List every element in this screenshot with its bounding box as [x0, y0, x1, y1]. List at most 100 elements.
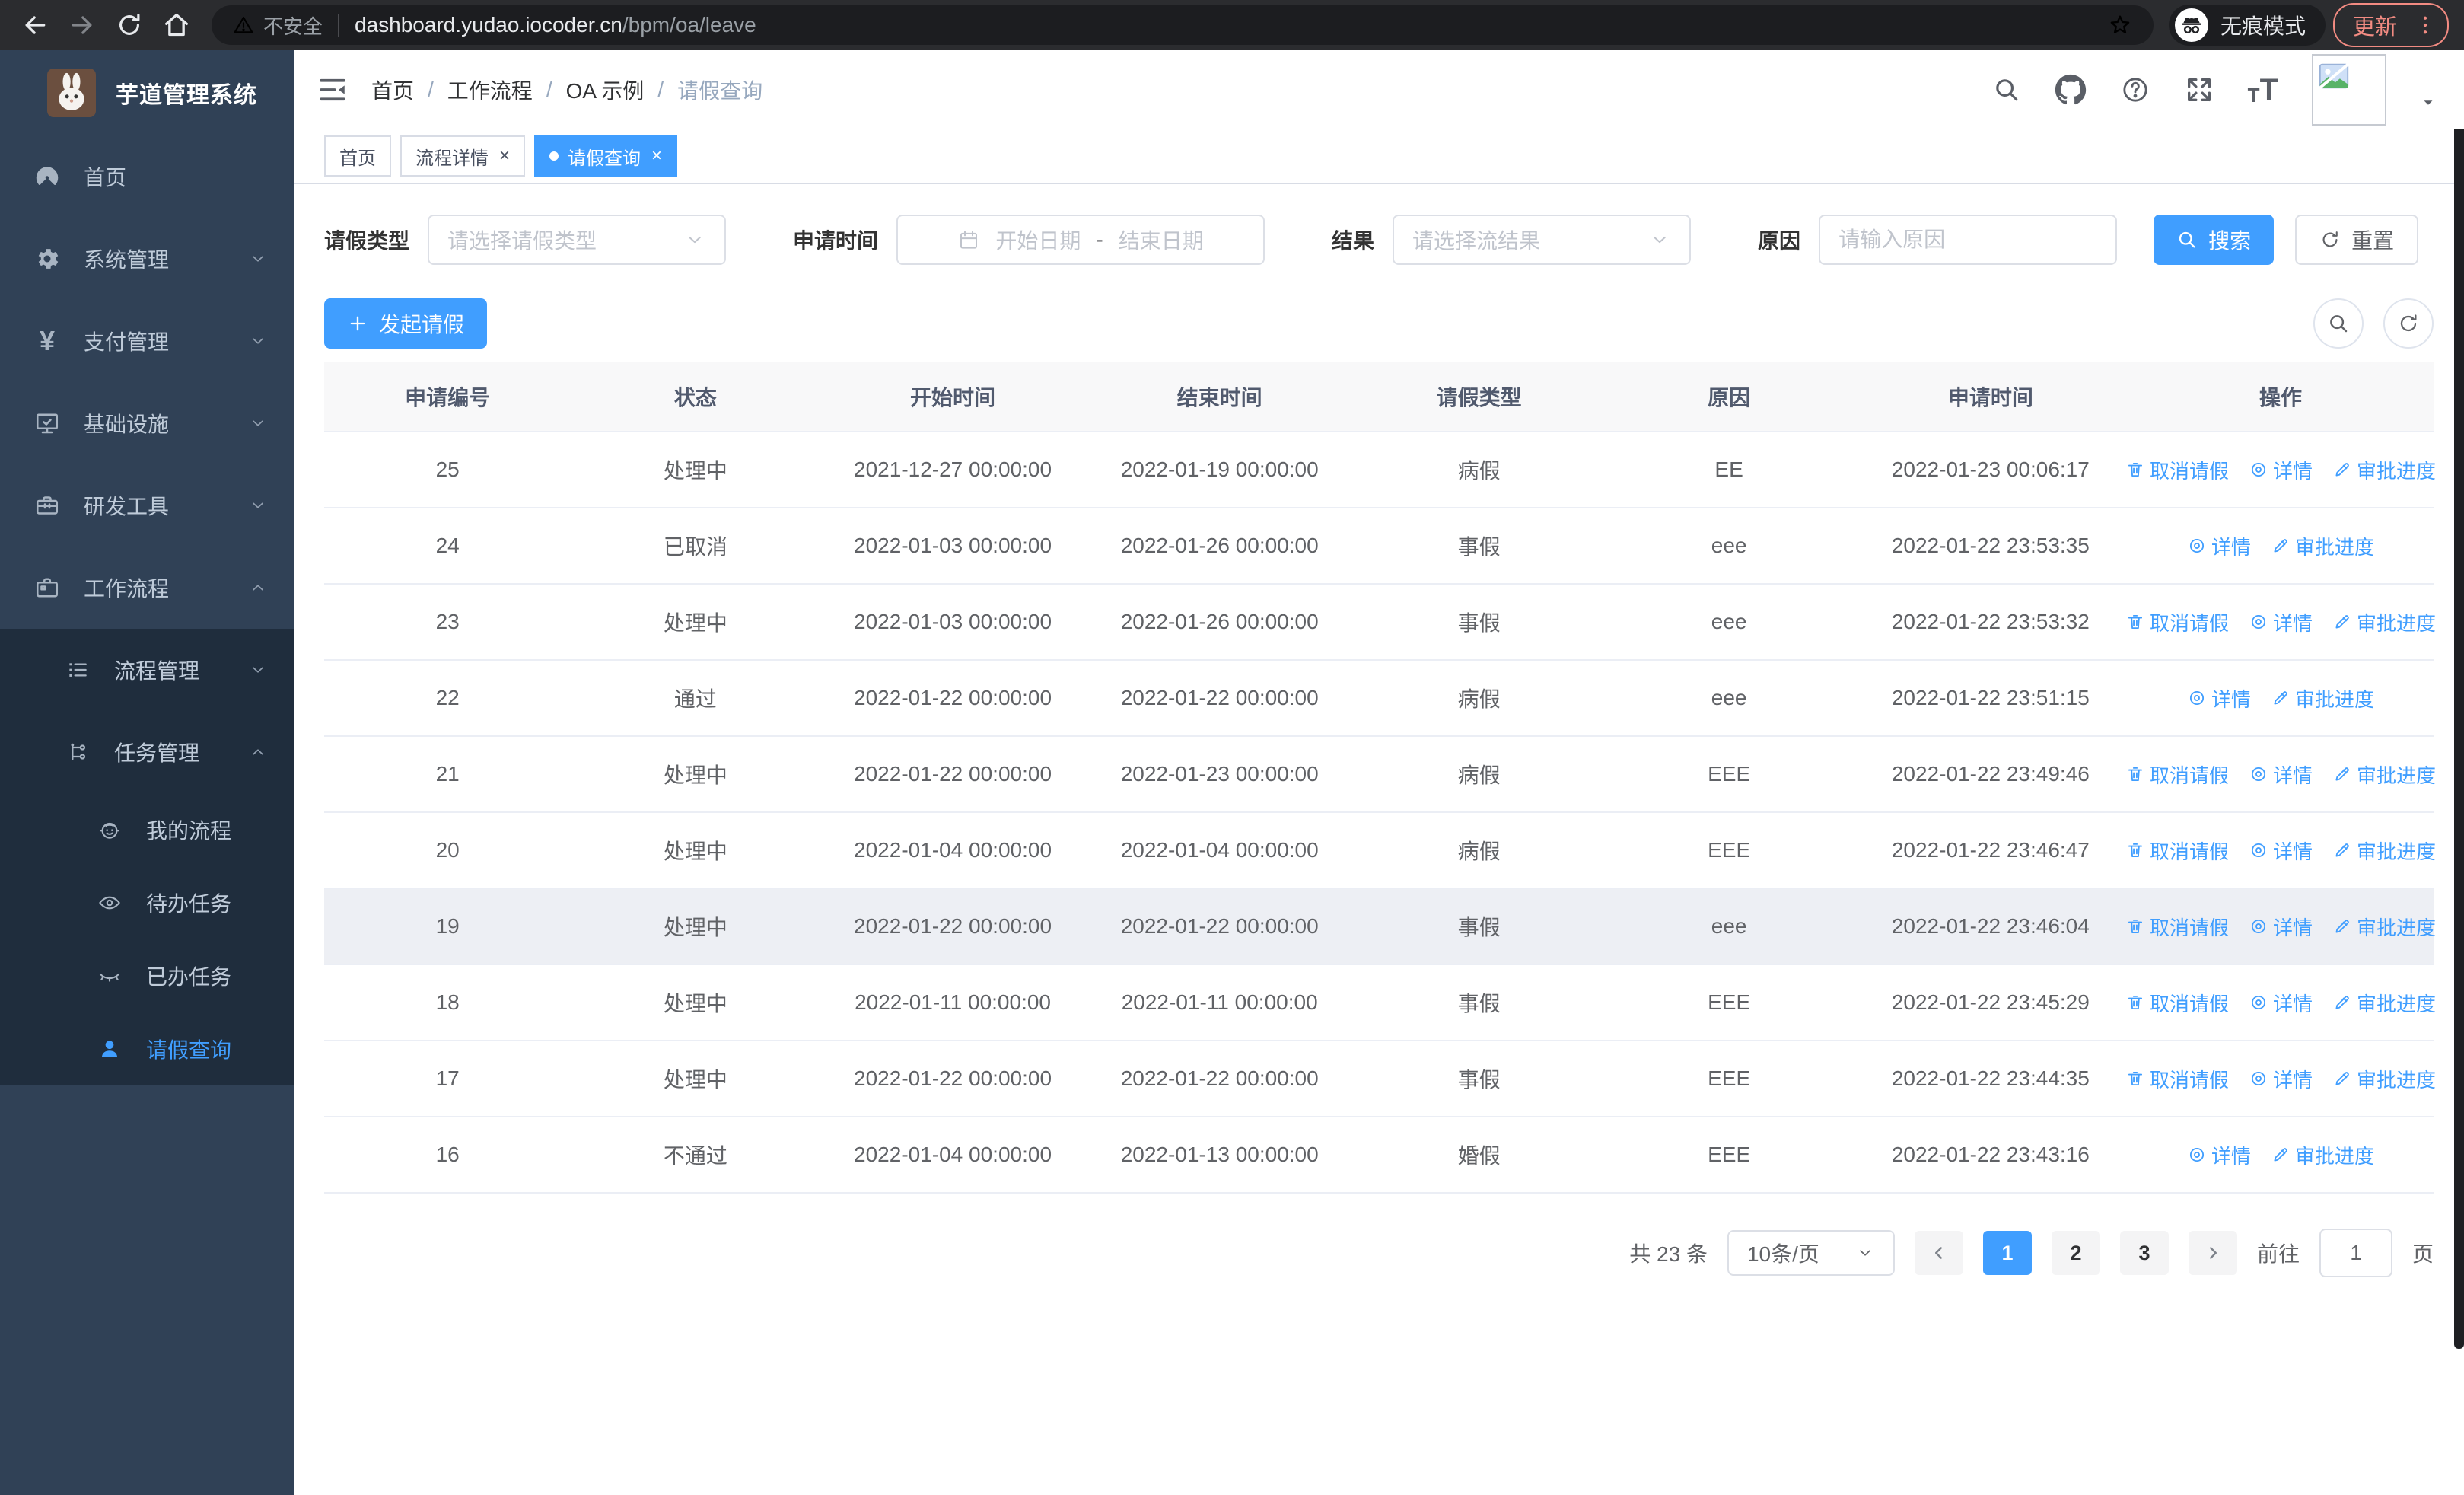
page-button-1[interactable]: 1: [1982, 1231, 2032, 1275]
back-icon[interactable]: [15, 5, 55, 45]
sidebar-item-todo-tasks[interactable]: 待办任务: [0, 866, 294, 939]
op-detail-link[interactable]: 详情: [2249, 608, 2313, 636]
toggle-search-button[interactable]: [2313, 298, 2364, 349]
browser-menu-icon[interactable]: [2412, 12, 2438, 38]
page-button-2[interactable]: 2: [2051, 1231, 2100, 1275]
cell-end: 2022-01-04 00:00:00: [1085, 812, 1354, 889]
breadcrumb-item[interactable]: 工作流程: [447, 75, 533, 105]
op-progress-link[interactable]: 审批进度: [2332, 837, 2436, 865]
leave-type-select[interactable]: 请选择请假类型: [428, 215, 727, 265]
fullscreen-icon[interactable]: [2184, 75, 2214, 105]
op-cancel-link[interactable]: 取消请假: [2125, 989, 2229, 1017]
op-detail-link[interactable]: 详情: [2249, 1065, 2313, 1093]
prev-page-button[interactable]: [1914, 1231, 1963, 1275]
cell-type: 病假: [1353, 736, 1605, 813]
column-header: 原因: [1604, 362, 1854, 432]
op-detail-link[interactable]: 详情: [2249, 760, 2313, 789]
cell-end: 2022-01-13 00:00:00: [1085, 1117, 1354, 1194]
op-cancel-link[interactable]: 取消请假: [2125, 837, 2229, 865]
close-icon[interactable]: ×: [651, 147, 662, 165]
bookmark-star-icon[interactable]: [2106, 11, 2134, 39]
op-progress-link[interactable]: 审批进度: [2332, 913, 2436, 941]
reset-button[interactable]: 重置: [2295, 215, 2419, 265]
cell-applied: 2022-01-22 23:51:15: [1853, 660, 2128, 737]
warning-icon: [231, 13, 256, 37]
close-icon[interactable]: ×: [499, 147, 510, 165]
cell-type: 事假: [1353, 584, 1605, 661]
sidebar-item-done-tasks[interactable]: 已办任务: [0, 939, 294, 1012]
op-detail-link[interactable]: 详情: [2187, 532, 2251, 560]
sidebar-item-dev-tools[interactable]: 研发工具: [0, 464, 294, 547]
cell-end: 2022-01-26 00:00:00: [1085, 508, 1354, 585]
op-cancel-link[interactable]: 取消请假: [2125, 913, 2229, 941]
breadcrumb-separator: /: [657, 78, 664, 101]
caret-down-icon[interactable]: [2420, 94, 2437, 111]
op-cancel-link[interactable]: 取消请假: [2125, 608, 2229, 636]
search-icon[interactable]: [1992, 75, 2021, 104]
op-progress-link[interactable]: 审批进度: [2332, 456, 2436, 484]
breadcrumb-item[interactable]: 首页: [371, 75, 414, 105]
address-bar[interactable]: 不安全 dashboard.yudao.iocoder.cn /bpm/oa/l…: [212, 5, 2154, 45]
help-icon[interactable]: [2120, 75, 2150, 105]
op-progress-link[interactable]: 审批进度: [2332, 760, 2436, 789]
logo[interactable]: 芋道管理系统: [0, 50, 294, 135]
update-button[interactable]: 更新: [2332, 3, 2449, 47]
op-detail-link[interactable]: 详情: [2187, 1141, 2251, 1169]
op-cancel-link[interactable]: 取消请假: [2125, 1065, 2229, 1093]
op-progress-link[interactable]: 审批进度: [2271, 684, 2374, 712]
forward-icon[interactable]: [62, 5, 102, 45]
delete-icon: [2125, 916, 2145, 936]
next-page-button[interactable]: [2188, 1231, 2237, 1275]
sidebar-item-task-mgmt[interactable]: 任务管理: [0, 711, 294, 793]
cell-reason: EEE: [1604, 1117, 1854, 1194]
op-cancel-link[interactable]: 取消请假: [2125, 760, 2229, 789]
font-size-icon[interactable]: TT: [2248, 75, 2278, 105]
page-size-select[interactable]: 10条/页: [1727, 1230, 1895, 1276]
gear-icon: [33, 245, 61, 273]
avatar[interactable]: [2312, 54, 2386, 126]
op-progress-link[interactable]: 审批进度: [2332, 989, 2436, 1017]
sidebar-item-home[interactable]: 首页: [0, 135, 294, 218]
sidebar-item-my-process[interactable]: 我的流程: [0, 793, 294, 866]
create-leave-button[interactable]: 发起请假: [324, 298, 488, 349]
active-dot: [549, 151, 559, 161]
sidebar-item-process-mgmt[interactable]: 流程管理: [0, 629, 294, 711]
tab-首页[interactable]: 首页: [324, 135, 391, 177]
cell-end: 2022-01-23 00:00:00: [1085, 736, 1354, 813]
op-progress-link[interactable]: 审批进度: [2271, 1141, 2374, 1169]
result-select[interactable]: 请选择流结果: [1393, 215, 1692, 265]
cell-type: 婚假: [1353, 1117, 1605, 1194]
sidebar-item-payment[interactable]: ¥ 支付管理: [0, 300, 294, 382]
breadcrumb-item[interactable]: OA 示例: [566, 75, 645, 105]
op-detail-link[interactable]: 详情: [2249, 913, 2313, 941]
hamburger-icon[interactable]: [294, 74, 371, 106]
robot-icon: [97, 818, 122, 842]
apply-time-range-picker[interactable]: 开始日期 - 结束日期: [896, 215, 1265, 265]
sidebar-item-leave-query[interactable]: 请假查询: [0, 1012, 294, 1085]
sidebar-item-workflow[interactable]: 工作流程: [0, 547, 294, 629]
sidebar-item-system[interactable]: 系统管理: [0, 218, 294, 300]
op-progress-link[interactable]: 审批进度: [2332, 608, 2436, 636]
goto-page-input[interactable]: [2319, 1229, 2392, 1277]
op-detail-link[interactable]: 详情: [2249, 456, 2313, 484]
reason-input[interactable]: [1819, 215, 2118, 265]
tab-流程详情[interactable]: 流程详情 ×: [400, 135, 526, 177]
cell-reason: EEE: [1604, 1041, 1854, 1117]
scrollbar[interactable]: [2454, 50, 2464, 1349]
op-detail-link[interactable]: 详情: [2187, 684, 2251, 712]
tab-请假查询[interactable]: 请假查询 ×: [534, 135, 678, 177]
op-progress-link[interactable]: 审批进度: [2332, 1065, 2436, 1093]
refresh-table-button[interactable]: [2383, 298, 2434, 349]
page-button-3[interactable]: 3: [2119, 1231, 2169, 1275]
op-cancel-link[interactable]: 取消请假: [2125, 456, 2229, 484]
sidebar-item-infrastructure[interactable]: 基础设施: [0, 382, 294, 464]
home-icon[interactable]: [157, 5, 196, 45]
github-icon[interactable]: [2055, 74, 2087, 106]
op-detail-link[interactable]: 详情: [2249, 837, 2313, 865]
cell-reason: eee: [1604, 508, 1854, 585]
op-detail-link[interactable]: 详情: [2249, 989, 2313, 1017]
reload-icon[interactable]: [110, 5, 149, 45]
tab-label: 流程详情: [415, 148, 489, 169]
op-progress-link[interactable]: 审批进度: [2271, 532, 2374, 560]
search-button[interactable]: 搜索: [2154, 215, 2275, 265]
